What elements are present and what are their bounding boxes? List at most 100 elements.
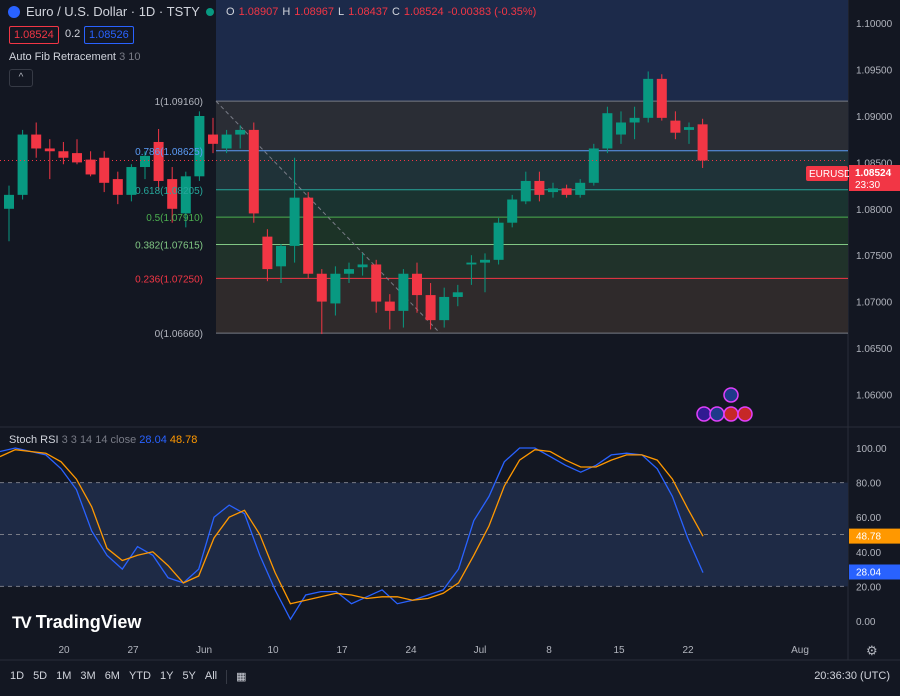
us-flag-icon (723, 406, 739, 422)
indicator-params: 3 10 (119, 51, 141, 63)
globe-icon (709, 406, 725, 422)
timeframe-1d[interactable]: 1D (10, 670, 24, 684)
buy-button[interactable]: 1.08526 (84, 26, 134, 44)
price-tick-label: 1.07000 (856, 298, 893, 309)
timeframe-3m[interactable]: 3M (80, 670, 95, 684)
candle-body (303, 197, 314, 274)
candle-body (493, 222, 504, 260)
bar-countdown-label: 23:30 (855, 180, 880, 191)
timeframe-all[interactable]: All (205, 670, 217, 684)
candle-body (616, 122, 626, 135)
candle-body (534, 180, 545, 195)
candle-body (656, 78, 667, 118)
symbol-header[interactable]: Euro / U.S. Dollar · 1D · TSTY (8, 4, 214, 19)
utc-clock[interactable]: 20:36:30 (UTC) (814, 670, 890, 682)
price-tick-label: 1.06500 (856, 344, 893, 355)
us-flag-icon (737, 406, 753, 422)
candle-body (684, 127, 694, 130)
candle-body (289, 197, 300, 246)
time-tick-label: 27 (127, 645, 139, 656)
candle-body (357, 264, 368, 268)
last-price-label: 1.08524 (855, 168, 892, 179)
fib-level-label: 0.5(1.07910) (146, 213, 203, 224)
fib-zone (216, 278, 848, 334)
timeframe-divider (226, 670, 228, 684)
candle-body (371, 264, 382, 302)
timeframe-1y[interactable]: 1Y (160, 670, 173, 684)
stoch-k-value: 28.04 (139, 434, 167, 446)
tradingview-wordmark: TradingView (35, 612, 142, 632)
candle-body (548, 188, 558, 193)
timeframe-5d[interactable]: 5D (33, 670, 47, 684)
collapse-legend-button[interactable]: ^ (9, 69, 33, 87)
timeframe-ytd[interactable]: YTD (129, 670, 151, 684)
candle-body (561, 188, 572, 195)
stoch-tick-label: 100.00 (856, 444, 887, 455)
fib-level-label: 1(1.09160) (155, 97, 203, 108)
sell-button[interactable]: 1.08524 (9, 26, 59, 44)
symbol-tag-label: EURUSD (809, 169, 851, 180)
indicator-legend-fib[interactable]: Auto Fib Retracement 3 10 (9, 51, 140, 63)
ohlc-readout: O 1.08907 H 1.08967 L 1.08437 C 1.08524 -0.0… (226, 6, 536, 18)
candle-body (330, 273, 341, 304)
chevron-up-icon: ^ (18, 72, 24, 83)
lightning-icon (696, 406, 712, 422)
candle-body (221, 134, 232, 149)
candle-body (208, 134, 218, 144)
candle-body (31, 134, 42, 149)
stoch-k-tag-label: 28.04 (856, 567, 881, 578)
candle-body (276, 245, 286, 267)
candle-body (643, 78, 654, 118)
candle-body (248, 129, 259, 214)
euro-flag-icon (8, 5, 20, 18)
calendar-range-icon[interactable]: ▦ (236, 670, 246, 684)
price-tick-label: 1.08000 (856, 205, 893, 216)
fib-level-label: 0.786(1.08625) (135, 147, 203, 158)
candle-body (480, 259, 490, 263)
candle-body (670, 120, 681, 133)
stoch-d-tag-label: 48.78 (856, 532, 881, 543)
timeframe-6m[interactable]: 6M (105, 670, 120, 684)
ohlc-high: 1.08967 (294, 6, 335, 18)
candle-body (112, 179, 123, 195)
price-tick-label: 1.09000 (856, 112, 893, 123)
fib-level-label: 0(1.06660) (155, 329, 203, 340)
fib-zone (216, 101, 848, 151)
candle-body (316, 273, 327, 302)
ohlc-open: 1.08907 (238, 6, 279, 18)
timeframe-1m[interactable]: 1M (56, 670, 71, 684)
ohlc-low-key: L (338, 6, 345, 18)
candle-body (4, 194, 14, 209)
candle-body (99, 157, 110, 183)
symbol-title: Euro / U.S. Dollar · 1D · TSTY (26, 4, 200, 19)
ohlc-open-key: O (226, 6, 235, 18)
ohlc-change: -0.00383 (-0.35%) (447, 6, 537, 18)
candle-body (235, 129, 246, 135)
time-tick-label: 22 (682, 645, 694, 656)
candle-body (588, 148, 599, 183)
fib-zone (216, 150, 848, 190)
candle-body (575, 182, 586, 195)
time-tick-label: Jul (474, 645, 487, 656)
market-open-dot-icon (205, 7, 214, 16)
candle-body (425, 295, 436, 321)
stoch-tick-label: 20.00 (856, 582, 881, 593)
stoch-tick-label: 80.00 (856, 479, 881, 490)
candle-body (58, 151, 69, 158)
stoch-d-value: 48.78 (169, 434, 198, 446)
timeframe-5y[interactable]: 5Y (182, 670, 195, 684)
gear-icon[interactable]: ⚙ (866, 643, 878, 659)
candle-body (85, 159, 96, 175)
candle-body (466, 262, 477, 265)
candle-body (344, 269, 354, 274)
stoch-params: 3 3 14 14 close (61, 434, 137, 446)
candle-body (697, 124, 708, 161)
candle-body (398, 273, 409, 311)
fib-level-label: 0.618(1.08205) (135, 186, 203, 197)
tradingview-logo: TV TradingView (12, 612, 141, 633)
chart-canvas[interactable]: 1(1.09160) 0.786(1.08625) 0.618(1.08205) 0.… (0, 0, 900, 696)
candle-body (17, 134, 28, 195)
tradingview-mark-icon: TV (12, 612, 32, 632)
stoch-tick-label: 0.00 (856, 617, 876, 628)
stoch-legend[interactable]: Stoch RSI 3 3 14 14 close 28.04 48.78 (9, 434, 197, 446)
